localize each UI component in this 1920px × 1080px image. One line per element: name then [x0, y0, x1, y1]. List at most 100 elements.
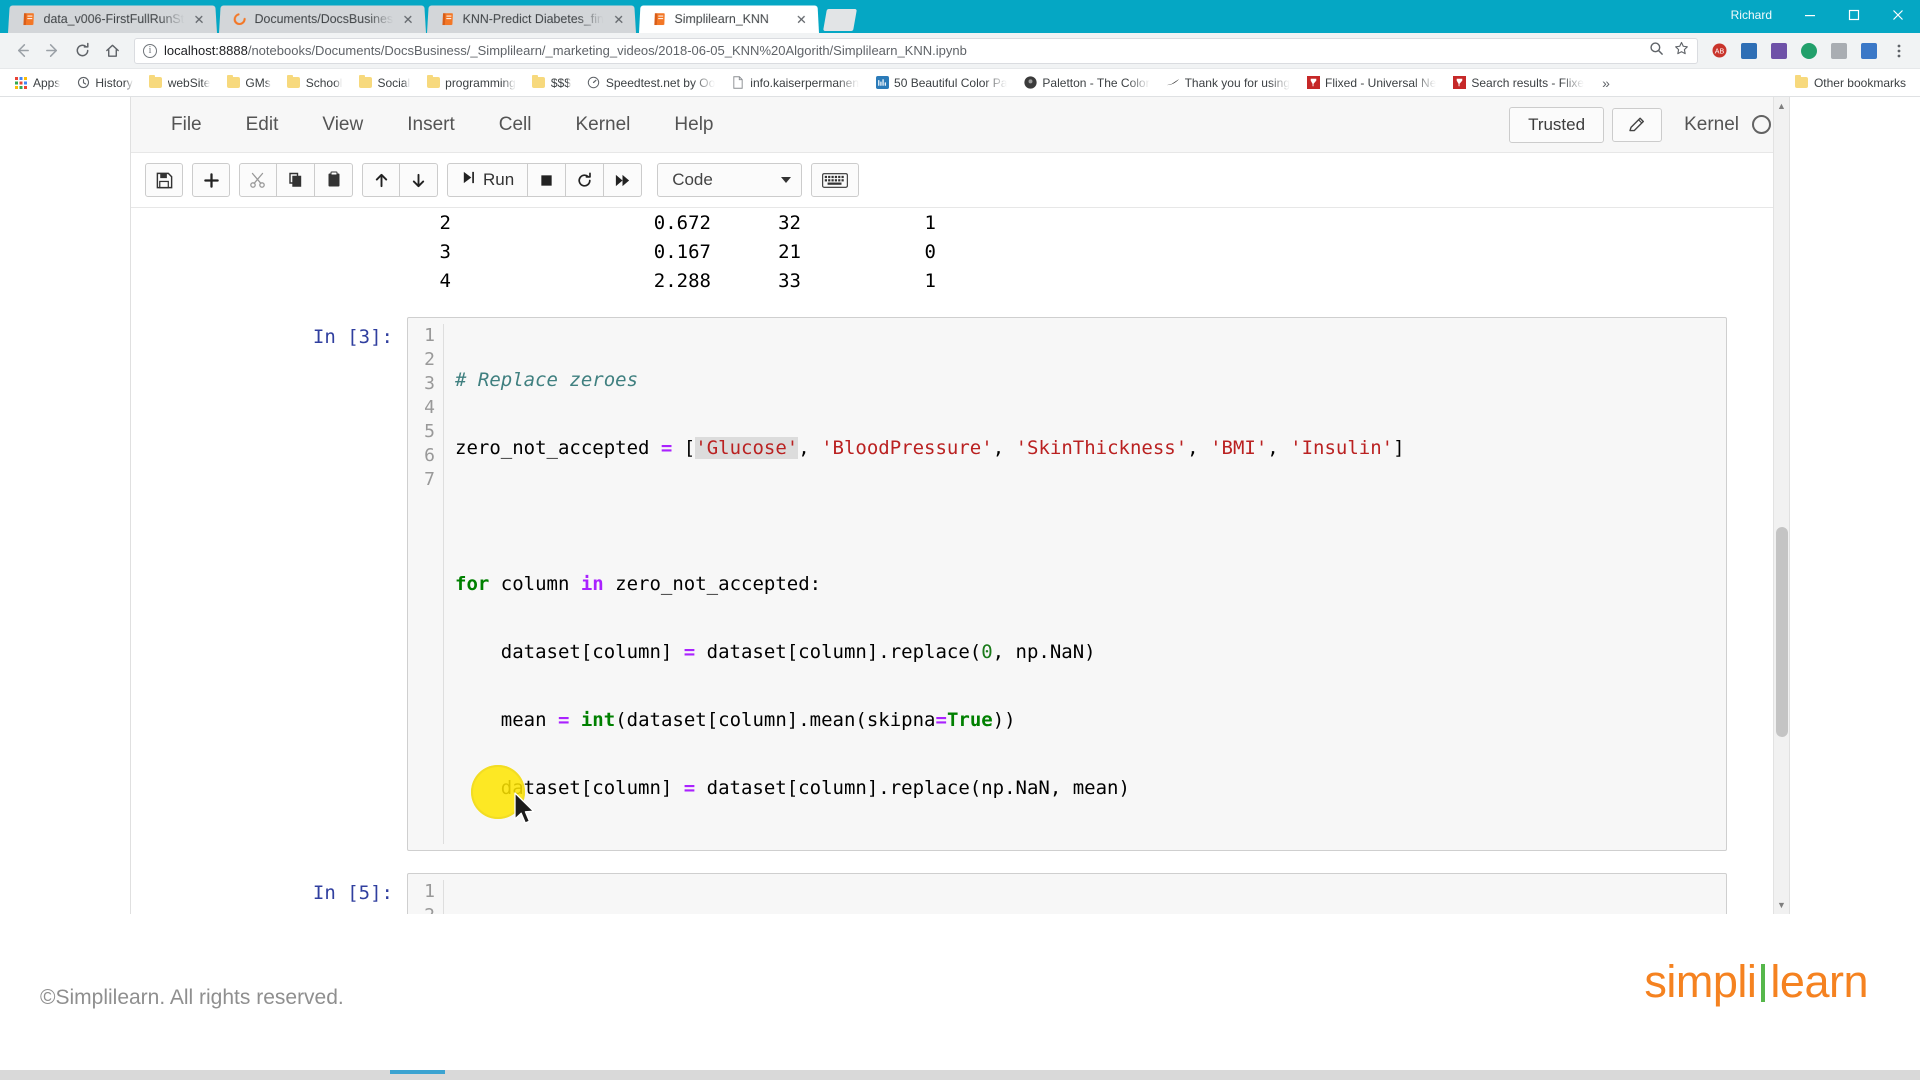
bookmark-paletton[interactable]: Paletton - The Color	[1015, 72, 1157, 94]
save-floppy-icon[interactable]	[145, 163, 183, 197]
bookmark-kaiser[interactable]: info.kaiserpermanen	[723, 72, 867, 94]
bookmark-color-palettes[interactable]: 50 Beautiful Color Pa	[867, 72, 1015, 94]
scroll-thumb[interactable]	[1776, 527, 1788, 737]
menu-file[interactable]: File	[149, 108, 224, 142]
keyboard-icon[interactable]	[811, 163, 860, 197]
notebook-icon	[440, 12, 456, 27]
purple-square-extension-icon[interactable]	[1766, 38, 1792, 64]
abp-extension-icon[interactable]: AB	[1706, 38, 1732, 64]
bookmarks-overflow-icon[interactable]: »	[1592, 75, 1620, 91]
swoosh-icon	[1166, 76, 1180, 90]
search-zoom-icon[interactable]	[1649, 41, 1664, 61]
extension-icons: AB	[1706, 38, 1912, 64]
menu-kernel[interactable]: Kernel	[553, 108, 652, 142]
bookmark-label: $$$	[550, 75, 571, 90]
close-icon[interactable]	[1876, 0, 1920, 30]
loading-spinner-icon	[231, 12, 247, 27]
bookmark-thank-you[interactable]: Thank you for using	[1158, 72, 1298, 94]
reload-icon[interactable]	[68, 37, 96, 65]
cell-code-area[interactable]: 1 2 3 4 5 6 7 # Replace zeroes zero_not_…	[407, 317, 1727, 851]
fast-forward-icon[interactable]	[604, 163, 643, 197]
bookmark-social[interactable]: Social	[350, 72, 418, 94]
tab-title: Documents/DocsBusines	[254, 12, 394, 27]
notebook-cell-2[interactable]: In [5]: 1 2 3 4 # split dataset X = data…	[131, 873, 1789, 914]
tab-close-icon[interactable]: ✕	[400, 12, 415, 27]
taskbar-active-indicator	[390, 1070, 445, 1074]
stop-square-icon[interactable]	[528, 163, 567, 197]
run-cell-button[interactable]: Run	[447, 163, 529, 197]
blue-square2-extension-icon[interactable]	[1856, 38, 1882, 64]
bookmark-speedtest[interactable]: Speedtest.net by Oo	[579, 72, 723, 94]
menu-cell[interactable]: Cell	[477, 108, 554, 142]
bookmark-gms[interactable]: GMs	[218, 72, 278, 94]
address-bar[interactable]: i localhost:8888/notebooks/Documents/Doc…	[134, 37, 1698, 64]
row-value-3: 1	[924, 269, 936, 292]
line-number: 5	[424, 421, 435, 442]
paste-clipboard-icon[interactable]	[315, 163, 353, 197]
folder-icon	[1795, 74, 1809, 90]
bookmark-money[interactable]: $$$	[524, 72, 579, 94]
browser-tab-2[interactable]: Documents/DocsBusines ✕	[218, 5, 426, 33]
trusted-badge[interactable]: Trusted	[1509, 106, 1605, 143]
code-lines[interactable]: # Replace zeroes zero_not_accepted = ['G…	[444, 324, 1726, 844]
browser-tab-3[interactable]: KNN-Predict Diabetes_fin ✕	[427, 5, 637, 33]
menu-insert[interactable]: Insert	[385, 108, 477, 142]
notebook-scrollbar[interactable]: ▲ ▼	[1773, 97, 1789, 914]
copy-icon[interactable]	[277, 163, 315, 197]
site-info-icon[interactable]: i	[143, 43, 157, 58]
blue-square-extension-icon[interactable]	[1736, 38, 1762, 64]
cell-code-area[interactable]: 1 2 3 4 # split dataset X = dataset.iloc…	[407, 873, 1727, 914]
green-circle-extension-icon[interactable]	[1796, 38, 1822, 64]
folder-icon	[149, 74, 163, 90]
code-lines[interactable]: # split dataset X = dataset.iloc[:, 0:8]…	[444, 880, 1726, 914]
forward-arrow-icon[interactable]	[38, 37, 66, 65]
scroll-down-arrow-icon[interactable]: ▼	[1777, 900, 1786, 910]
browser-tab-4-active[interactable]: Simplilearn_KNN ✕	[638, 5, 819, 33]
pencil-icon[interactable]	[1612, 107, 1663, 142]
notebook-cell-1[interactable]: In [3]: 1 2 3 4 5 6 7 # Replace zeroes z…	[131, 317, 1789, 851]
chrome-menu-icon[interactable]	[1886, 38, 1912, 64]
tab-close-icon[interactable]: ✕	[192, 12, 207, 27]
bookmark-other-bookmarks[interactable]: Other bookmarks	[1787, 72, 1914, 94]
bookmark-star-icon[interactable]	[1674, 41, 1689, 61]
new-tab-button[interactable]	[822, 9, 857, 31]
bookmark-history[interactable]: History	[68, 72, 140, 94]
mouse-cursor-icon	[514, 792, 535, 824]
tab-close-icon[interactable]: ✕	[612, 12, 627, 27]
dataframe-output: 2 0.672 32 1 3 0.167 21 0 4 2.288 33 1	[131, 208, 1789, 295]
bookmark-school[interactable]: School	[279, 72, 351, 94]
home-icon[interactable]	[98, 37, 126, 65]
row-index: 4	[439, 269, 451, 292]
bookmark-programming[interactable]: programming	[418, 72, 524, 94]
menu-edit[interactable]: Edit	[224, 108, 301, 142]
red-f-icon	[1306, 76, 1320, 90]
user-profile-label[interactable]: Richard	[1731, 8, 1788, 22]
menu-help[interactable]: Help	[652, 108, 735, 142]
scissors-icon[interactable]	[239, 163, 277, 197]
browser-tab-1[interactable]: data_v006-FirstFullRunSt ✕	[8, 5, 217, 33]
arrow-up-icon[interactable]	[362, 163, 400, 197]
restart-circular-arrow-icon[interactable]	[566, 163, 605, 197]
table-row: 3 0.167 21 0	[367, 237, 1789, 266]
folder-icon	[532, 74, 546, 90]
table-row: 4 2.288 33 1	[367, 266, 1789, 295]
kernel-indicator[interactable]: Kernel	[1684, 114, 1771, 136]
back-arrow-icon[interactable]	[8, 37, 36, 65]
minimize-icon[interactable]	[1788, 0, 1832, 30]
bookmark-search-results[interactable]: Search results - Flixe	[1444, 72, 1592, 94]
menu-view[interactable]: View	[300, 108, 385, 142]
toolbar-group-save	[145, 163, 183, 197]
bookmark-apps[interactable]: Apps	[6, 72, 68, 94]
tab-close-icon[interactable]: ✕	[794, 12, 808, 27]
row-value-3: 0	[924, 240, 936, 263]
arrow-down-icon[interactable]	[400, 163, 438, 197]
maximize-icon[interactable]	[1832, 0, 1876, 30]
grey-square-extension-icon[interactable]	[1826, 38, 1852, 64]
bookmark-flixed[interactable]: Flixed - Universal Ne	[1298, 72, 1444, 94]
cell-type-select[interactable]: Code	[657, 163, 803, 197]
scroll-up-arrow-icon[interactable]: ▲	[1777, 101, 1786, 111]
bookmark-website[interactable]: webSite	[141, 72, 219, 94]
window-controls: Richard	[1731, 0, 1920, 30]
bookmark-label: Speedtest.net by Oo	[605, 75, 716, 90]
plus-icon[interactable]	[192, 163, 230, 197]
